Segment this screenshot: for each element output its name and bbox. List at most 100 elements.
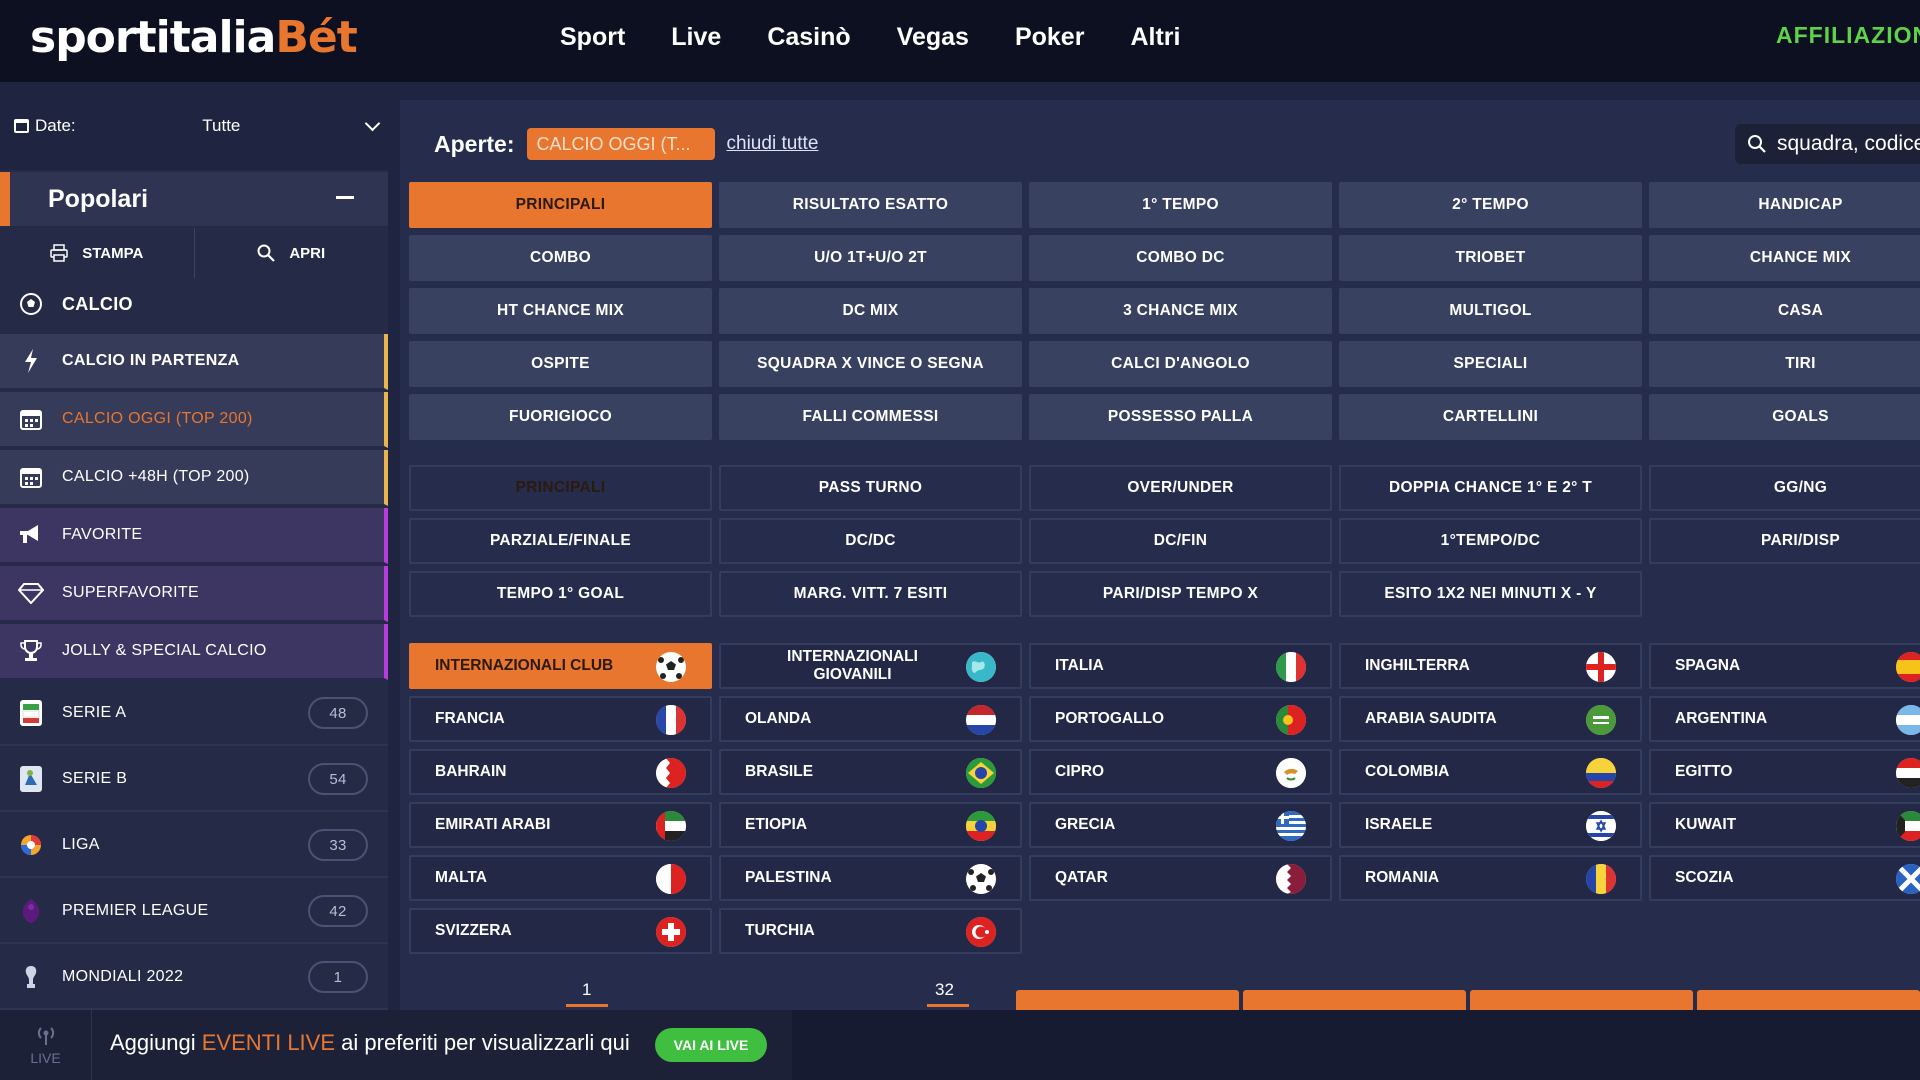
country-internazionali-giovanili[interactable]: INTERNAZIONALI GIOVANILI xyxy=(719,643,1022,689)
country-francia[interactable]: FRANCIA xyxy=(409,696,712,742)
nav-poker[interactable]: Poker xyxy=(1015,18,1084,56)
country-etiopia[interactable]: ETIOPIA xyxy=(719,802,1022,848)
sidebar-item-liga[interactable]: LIGA 33 xyxy=(0,814,388,878)
country-qatar[interactable]: QATAR xyxy=(1029,855,1332,901)
country-cipro[interactable]: CIPRO xyxy=(1029,749,1332,795)
market-tab-principali[interactable]: PRINCIPALI xyxy=(409,182,712,228)
chevron-down-icon[interactable] xyxy=(364,115,381,131)
sidebar-item-serie-a[interactable]: SERIE A 48 xyxy=(0,682,388,746)
sidebar-item-calcio-oggi[interactable]: CALCIO OGGI (TOP 200) xyxy=(0,392,388,448)
nav-vegas[interactable]: Vegas xyxy=(897,18,969,56)
submarket-tab-parziale-finale[interactable]: PARZIALE/FINALE xyxy=(409,518,712,564)
market-tab-1-tempo[interactable]: 1° TEMPO xyxy=(1029,182,1332,228)
submarket-tab-dc-fin[interactable]: DC/FIN xyxy=(1029,518,1332,564)
sidebar-item-superfavorite[interactable]: SUPERFAVORITE xyxy=(0,566,388,622)
market-tab-ht-chance-mix[interactable]: HT CHANCE MIX xyxy=(409,288,712,334)
market-tab-multigol[interactable]: MULTIGOL xyxy=(1339,288,1642,334)
country-italia[interactable]: ITALIA xyxy=(1029,643,1332,689)
sidebar-item-favorite[interactable]: FAVORITE xyxy=(0,508,388,564)
market-tab-risultato-esatto[interactable]: RISULTATO ESATTO xyxy=(719,182,1022,228)
date-filter[interactable]: Date: Tutte xyxy=(0,82,388,170)
page-number[interactable]: 32 xyxy=(935,980,954,1000)
submarket-tab-marg-vitt-7-esiti[interactable]: MARG. VITT. 7 ESITI xyxy=(719,571,1022,617)
sidebar-item-calcio-48h[interactable]: CALCIO +48H (TOP 200) xyxy=(0,450,388,506)
nav-casino[interactable]: Casinò xyxy=(767,18,850,56)
submarket-tab-over-under[interactable]: OVER/UNDER xyxy=(1029,465,1332,511)
market-tab-calci-d-angolo[interactable]: CALCI D'ANGOLO xyxy=(1029,341,1332,387)
sidebar-item-calcio-in-partenza[interactable]: CALCIO IN PARTENZA xyxy=(0,334,388,390)
country-grecia[interactable]: GRECIA xyxy=(1029,802,1332,848)
nav-altri[interactable]: Altri xyxy=(1130,18,1180,56)
submarket-tab-principali[interactable]: PRINCIPALI xyxy=(409,465,712,511)
submarket-tab-gg-ng[interactable]: GG/NG xyxy=(1649,465,1920,511)
sidebar-item-mondiali[interactable]: MONDIALI 2022 1 xyxy=(0,946,388,1010)
country-portogallo[interactable]: PORTOGALLO xyxy=(1029,696,1332,742)
market-tab-fuorigioco[interactable]: FUORIGIOCO xyxy=(409,394,712,440)
market-tab-falli-commessi[interactable]: FALLI COMMESSI xyxy=(719,394,1022,440)
country-internazionali-club[interactable]: INTERNAZIONALI CLUB xyxy=(409,643,712,689)
collapse-icon[interactable] xyxy=(336,196,354,199)
country-malta[interactable]: MALTA xyxy=(409,855,712,901)
country-inghilterra[interactable]: INGHILTERRA xyxy=(1339,643,1642,689)
go-live-button[interactable]: VAI AI LIVE xyxy=(655,1028,767,1062)
strip-tab[interactable] xyxy=(1016,990,1239,1010)
strip-tab[interactable] xyxy=(1470,990,1693,1010)
submarket-tab-tempo-1-goal[interactable]: TEMPO 1° GOAL xyxy=(409,571,712,617)
submarket-tab-1-tempo-dc[interactable]: 1°TEMPO/DC xyxy=(1339,518,1642,564)
nav-live[interactable]: Live xyxy=(671,18,721,56)
country-emirati-arabi[interactable]: EMIRATI ARABI xyxy=(409,802,712,848)
sidebar-item-jolly[interactable]: JOLLY & SPECIAL CALCIO xyxy=(0,624,388,680)
market-tab-2-tempo[interactable]: 2° TEMPO xyxy=(1339,182,1642,228)
strip-tab[interactable] xyxy=(1697,990,1920,1010)
country-colombia[interactable]: COLOMBIA xyxy=(1339,749,1642,795)
page-number[interactable]: 1 xyxy=(582,980,591,1000)
live-box[interactable]: LIVE xyxy=(0,1010,92,1080)
market-tab-tiri[interactable]: TIRI xyxy=(1649,341,1920,387)
country-brasile[interactable]: BRASILE xyxy=(719,749,1022,795)
market-tab-3-chance-mix[interactable]: 3 CHANCE MIX xyxy=(1029,288,1332,334)
country-israele[interactable]: ISRAELE xyxy=(1339,802,1642,848)
submarket-tab-dc-dc[interactable]: DC/DC xyxy=(719,518,1022,564)
print-button[interactable]: STAMPA xyxy=(0,228,195,278)
market-tab-handicap[interactable]: HANDICAP xyxy=(1649,182,1920,228)
market-tab-combo[interactable]: COMBO xyxy=(409,235,712,281)
market-tab-triobet[interactable]: TRIOBET xyxy=(1339,235,1642,281)
sidebar-item-calcio[interactable]: CALCIO xyxy=(0,276,388,332)
submarket-tab-esito-1x2-nei-minuti-x-y[interactable]: ESITO 1X2 NEI MINUTI X - Y xyxy=(1339,571,1642,617)
market-tab-chance-mix[interactable]: CHANCE MIX xyxy=(1649,235,1920,281)
country-spagna[interactable]: SPAGNA xyxy=(1649,643,1920,689)
country-bahrain[interactable]: BAHRAIN xyxy=(409,749,712,795)
sidebar-item-premier-league[interactable]: PREMIER LEAGUE 42 xyxy=(0,880,388,944)
country-romania[interactable]: ROMANIA xyxy=(1339,855,1642,901)
market-tab-u-o-1t-u-o-2t[interactable]: U/O 1T+U/O 2T xyxy=(719,235,1022,281)
country-argentina[interactable]: ARGENTINA xyxy=(1649,696,1920,742)
affiliation-link[interactable]: AFFILIAZIONI xyxy=(1776,22,1920,49)
sidebar-item-serie-b[interactable]: SERIE B 54 xyxy=(0,748,388,812)
close-all-link[interactable]: chiudi tutte xyxy=(727,133,819,155)
submarket-tab-pass-turno[interactable]: PASS TURNO xyxy=(719,465,1022,511)
country-olanda[interactable]: OLANDA xyxy=(719,696,1022,742)
market-tab-ospite[interactable]: OSPITE xyxy=(409,341,712,387)
country-kuwait[interactable]: KUWAIT xyxy=(1649,802,1920,848)
submarket-tab-pari-disp-tempo-x[interactable]: PARI/DISP TEMPO X xyxy=(1029,571,1332,617)
market-tab-casa[interactable]: CASA xyxy=(1649,288,1920,334)
market-tab-squadra-x-vince-o-segna[interactable]: SQUADRA X VINCE O SEGNA xyxy=(719,341,1022,387)
market-tab-combo-dc[interactable]: COMBO DC xyxy=(1029,235,1332,281)
country-arabia-saudita[interactable]: ARABIA SAUDITA xyxy=(1339,696,1642,742)
country-svizzera[interactable]: SVIZZERA xyxy=(409,908,712,954)
popular-header[interactable]: Popolari xyxy=(0,172,388,226)
country-egitto[interactable]: EGITTO xyxy=(1649,749,1920,795)
submarket-tab-pari-disp[interactable]: PARI/DISP xyxy=(1649,518,1920,564)
strip-tab[interactable] xyxy=(1243,990,1466,1010)
market-tab-cartellini[interactable]: CARTELLINI xyxy=(1339,394,1642,440)
country-scozia[interactable]: SCOZIA xyxy=(1649,855,1920,901)
country-turchia[interactable]: TURCHIA xyxy=(719,908,1022,954)
market-tab-speciali[interactable]: SPECIALI xyxy=(1339,341,1642,387)
submarket-tab-doppia-chance-1-e-2-t[interactable]: DOPPIA CHANCE 1° E 2° T xyxy=(1339,465,1642,511)
country-palestina[interactable]: PALESTINA xyxy=(719,855,1022,901)
market-tab-possesso-palla[interactable]: POSSESSO PALLA xyxy=(1029,394,1332,440)
market-tab-dc-mix[interactable]: DC MIX xyxy=(719,288,1022,334)
nav-sport[interactable]: Sport xyxy=(560,18,625,56)
open-button[interactable]: APRI xyxy=(195,228,389,278)
market-tab-goals[interactable]: GOALS xyxy=(1649,394,1920,440)
